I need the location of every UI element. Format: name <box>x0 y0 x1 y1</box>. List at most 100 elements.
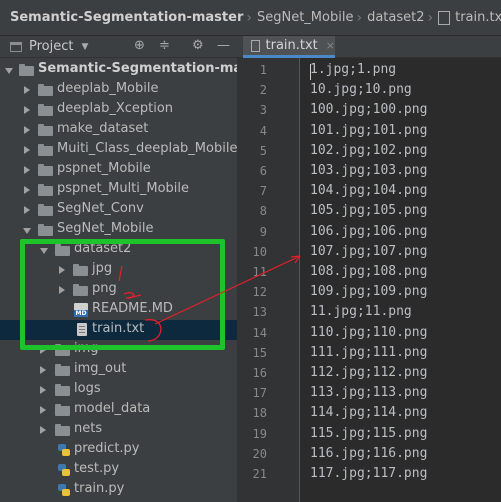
tree-item-folder[interactable]: deeplab_Mobile <box>0 80 237 100</box>
line-number: 15 <box>252 345 267 360</box>
tree-item-folder[interactable]: pspnet_Mobile <box>0 160 237 180</box>
tree-item-folder[interactable]: nets <box>0 420 237 440</box>
text-caret <box>310 64 311 80</box>
code-line[interactable]: 110.jpg;110.png <box>310 325 427 340</box>
tree-item-label: SegNet_Conv <box>57 201 144 216</box>
tree-item-folder[interactable]: deeplab_Xception <box>0 100 237 120</box>
highlight-box <box>20 239 225 350</box>
project-view-selector[interactable]: Project ▼ <box>10 39 88 54</box>
target-icon[interactable]: ⊕ <box>134 38 145 53</box>
code-line[interactable]: 1.jpg;1.png <box>310 62 396 77</box>
tree-item-folder[interactable]: Muiti_Class_deeplab_Mobile <box>0 140 237 160</box>
breadcrumb: Semantic-Segmentation-master › SegNet_Mo… <box>0 0 501 36</box>
breadcrumb-file[interactable]: train.txt <box>438 10 501 25</box>
tree-item-folder[interactable]: make_dataset <box>0 120 237 140</box>
tree-item-folder[interactable]: img_out <box>0 360 237 380</box>
tab-train-txt[interactable]: train.txt × <box>243 36 335 58</box>
chevron-right-icon[interactable] <box>40 366 46 374</box>
tree-item-folder[interactable]: SegNet_Conv <box>0 200 237 220</box>
line-number: 18 <box>252 406 267 421</box>
code-line[interactable]: 106.jpg;106.png <box>310 224 427 239</box>
code-line[interactable]: 109.jpg;109.png <box>310 284 427 299</box>
folder-icon <box>55 424 70 436</box>
chevron-right-icon[interactable] <box>24 186 30 194</box>
folder-icon <box>55 404 70 416</box>
code-line[interactable]: 111.jpg;111.png <box>310 345 427 360</box>
code-line[interactable]: 108.jpg;108.png <box>310 264 427 279</box>
breadcrumb-segnet-mobile[interactable]: SegNet_Mobile <box>257 10 353 25</box>
breadcrumb-root[interactable]: Semantic-Segmentation-master <box>10 10 243 25</box>
tree-item-label: deeplab_Mobile <box>57 81 159 96</box>
line-number: 9 <box>259 224 267 239</box>
chevron-down-icon[interactable] <box>23 228 31 234</box>
chevron-right-icon[interactable] <box>24 206 30 214</box>
code-line[interactable]: 101.jpg;101.png <box>310 123 427 138</box>
collapse-icon[interactable]: ≑ <box>159 38 170 53</box>
line-number: 8 <box>259 204 267 219</box>
dropdown-arrow-icon: ▼ <box>81 41 89 52</box>
code-line[interactable]: 100.jpg;100.png <box>310 102 427 117</box>
python-file-icon <box>57 463 71 477</box>
tree-item-file[interactable]: predict.py <box>0 440 237 460</box>
code-line[interactable]: 114.jpg;114.png <box>310 405 427 420</box>
chevron-right-icon[interactable] <box>40 426 46 434</box>
chevron-right-icon[interactable] <box>24 146 30 154</box>
tree-item-file[interactable]: train.py <box>0 480 237 500</box>
code-line[interactable]: 105.jpg;105.png <box>310 203 427 218</box>
tree-item-label: img_out <box>74 361 127 376</box>
tree-item-folder[interactable]: model_data <box>0 400 237 420</box>
code-line[interactable]: 102.jpg;102.png <box>310 143 427 158</box>
tree-item-folder[interactable]: SegNet_Mobile <box>0 220 237 240</box>
chevron-right-icon[interactable] <box>40 386 46 394</box>
breadcrumb-separator-icon: › <box>427 9 434 26</box>
code-line[interactable]: 11.jpg;11.png <box>310 304 412 319</box>
chevron-right-icon[interactable] <box>24 166 30 174</box>
tree-item-label: test.py <box>74 461 120 476</box>
folder-icon <box>38 124 53 136</box>
line-number: 21 <box>252 467 267 481</box>
folder-icon <box>38 104 53 116</box>
line-number: 2 <box>259 83 267 98</box>
folder-icon <box>38 144 53 156</box>
folder-icon <box>55 364 70 376</box>
line-number: 3 <box>259 103 267 118</box>
code-line[interactable]: 115.jpg;115.png <box>310 426 427 441</box>
line-number-gutter: 1 2 3 4 5 6 7 8 9 10 11 12 13 14 15 16 17 18 19 20 21 <box>241 58 300 502</box>
code-line[interactable]: 107.jpg;107.png <box>310 244 427 259</box>
line-number: 1 <box>259 63 267 77</box>
tree-item-folder[interactable]: logs <box>0 380 237 400</box>
tree-item-label: logs <box>74 381 101 396</box>
code-line[interactable]: 113.jpg;113.png <box>310 385 427 400</box>
tree-item-label: make_dataset <box>57 121 149 136</box>
gear-icon[interactable]: ⚙ <box>192 38 204 53</box>
breadcrumb-dataset2[interactable]: dataset2 <box>367 10 424 25</box>
code-line[interactable]: 103.jpg;103.png <box>310 163 427 178</box>
chevron-right-icon[interactable] <box>24 126 30 134</box>
code-line[interactable]: 10.jpg;10.png <box>310 82 412 97</box>
code-editor[interactable]: 1.jpg;1.png 10.jpg;10.png 100.jpg;100.png 1… <box>300 58 501 502</box>
line-number: 11 <box>252 265 267 279</box>
tree-item-file[interactable]: test.py <box>0 460 237 480</box>
code-line[interactable]: 104.jpg;104.png <box>310 183 427 198</box>
line-number: 13 <box>252 305 267 320</box>
code-line[interactable]: 117.jpg;117.png <box>310 466 427 481</box>
hide-icon[interactable]: — <box>217 38 230 53</box>
chevron-right-icon[interactable] <box>40 406 46 414</box>
line-number: 10 <box>252 244 267 259</box>
python-file-icon <box>57 483 71 497</box>
chevron-down-icon[interactable] <box>5 68 13 74</box>
tree-item-folder[interactable]: pspnet_Multi_Mobile <box>0 180 237 200</box>
project-panel-header: Project ▼ ⊕ ≑ ⚙ — <box>0 36 237 58</box>
code-line[interactable]: 112.jpg;112.png <box>310 365 427 380</box>
line-number: 4 <box>259 123 267 138</box>
project-panel-title: Project <box>29 39 74 54</box>
chevron-right-icon[interactable] <box>24 106 30 114</box>
chevron-right-icon[interactable] <box>24 86 30 94</box>
tree-item-label: model_data <box>74 401 151 416</box>
line-number: 17 <box>252 386 267 401</box>
tree-item-label: Semantic-Segmentation-master <box>38 61 237 76</box>
close-icon[interactable]: × <box>326 39 335 52</box>
line-number: 14 <box>252 325 267 340</box>
tree-item-root[interactable]: Semantic-Segmentation-master <box>0 60 237 80</box>
code-line[interactable]: 116.jpg;116.png <box>310 446 427 461</box>
